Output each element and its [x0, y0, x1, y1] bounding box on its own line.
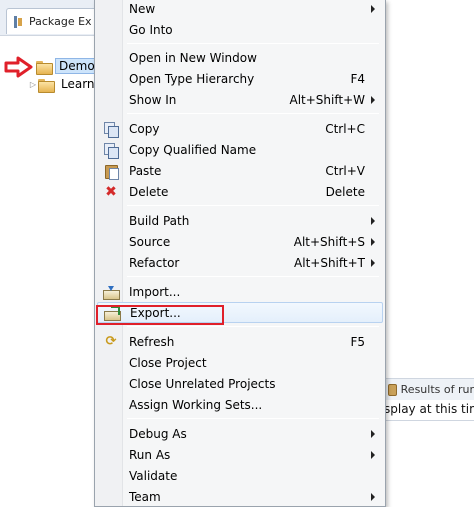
- submenu-arrow-icon: [371, 493, 375, 501]
- submenu-arrow-icon: [371, 238, 375, 246]
- tree-item-learn[interactable]: ▷ Learn-: [28, 75, 103, 93]
- delete-x-icon: ✖: [105, 183, 117, 200]
- menu-label: Delete: [129, 184, 169, 199]
- menu-item-new[interactable]: New: [97, 0, 383, 19]
- submenu-arrow-icon: [371, 217, 375, 225]
- menu-label: Go Into: [129, 22, 173, 37]
- menu-label: Copy Qualified Name: [129, 142, 257, 157]
- menu-label: Debug As: [129, 426, 187, 441]
- menu-item-source[interactable]: Source Alt+Shift+S: [97, 231, 383, 252]
- submenu-arrow-icon: [371, 259, 375, 267]
- package-explorer-icon: [13, 15, 23, 28]
- menu-item-delete[interactable]: ✖ Delete Delete: [97, 181, 383, 202]
- results-tab-label: Results of rur: [400, 383, 474, 396]
- tree-item-label: Demo: [55, 58, 99, 74]
- results-icon: [388, 383, 397, 396]
- menu-label: Close Unrelated Projects: [129, 376, 276, 391]
- menu-label: Validate: [129, 468, 178, 483]
- menu-shortcut: Alt+Shift+T: [294, 255, 365, 270]
- menu-item-debug-as[interactable]: Debug As: [97, 423, 383, 444]
- menu-item-copy-qualified-name[interactable]: Copy Qualified Name: [97, 139, 383, 160]
- menu-item-open-in-new-window[interactable]: Open in New Window: [97, 47, 383, 68]
- menu-item-assign-working-sets[interactable]: Assign Working Sets...: [97, 394, 383, 415]
- results-message: splay at this time: [384, 402, 474, 416]
- menu-shortcut: Alt+Shift+S: [293, 234, 365, 249]
- submenu-arrow-icon: [371, 451, 375, 459]
- menu-label: Open in New Window: [129, 50, 257, 65]
- import-icon: [103, 285, 120, 300]
- menu-label: Build Path: [129, 213, 190, 228]
- menu-shortcut: F4: [350, 71, 365, 86]
- menu-item-close-unrelated-projects[interactable]: Close Unrelated Projects: [97, 373, 383, 394]
- menu-label: Paste: [129, 163, 162, 178]
- menu-label: New: [129, 1, 156, 16]
- package-explorer-tab-label: Package Ex: [29, 15, 92, 28]
- results-panel: [382, 400, 474, 507]
- menu-shortcut: Ctrl+C: [325, 121, 365, 136]
- menu-label: Team: [129, 489, 161, 504]
- menu-separator: [127, 205, 379, 206]
- menu-separator: [127, 418, 379, 419]
- menu-item-paste[interactable]: Paste Ctrl+V: [97, 160, 383, 181]
- menu-label: Source: [129, 234, 171, 249]
- paste-icon: [104, 163, 119, 180]
- menu-item-refresh[interactable]: ⟳ Refresh F5: [97, 331, 383, 352]
- menu-shortcut: Alt+Shift+W: [289, 92, 366, 107]
- menu-item-team[interactable]: Team: [97, 486, 383, 507]
- menu-separator: [127, 276, 379, 277]
- menu-item-validate[interactable]: Validate: [97, 465, 383, 486]
- menu-item-refactor[interactable]: Refactor Alt+Shift+T: [97, 252, 383, 273]
- context-menu: New Go Into Open in New Window Open Type…: [94, 0, 386, 507]
- menu-item-build-path[interactable]: Build Path: [97, 210, 383, 231]
- menu-item-open-type-hierarchy[interactable]: Open Type Hierarchy F4: [97, 68, 383, 89]
- menu-item-run-as[interactable]: Run As: [97, 444, 383, 465]
- refresh-icon: ⟳: [105, 334, 117, 349]
- menu-label: Refresh: [129, 334, 175, 349]
- menu-label: Refactor: [129, 255, 180, 270]
- expand-triangle-icon[interactable]: ▷: [28, 80, 38, 89]
- submenu-arrow-icon: [371, 96, 375, 104]
- menu-label: Import...: [129, 284, 181, 299]
- menu-label: Copy: [129, 121, 160, 136]
- project-folder-icon: [38, 78, 55, 93]
- menu-item-go-into[interactable]: Go Into: [97, 19, 383, 40]
- results-divider: [382, 420, 474, 421]
- copy-qualified-name-icon: [104, 142, 119, 159]
- menu-item-copy[interactable]: Copy Ctrl+C: [97, 118, 383, 139]
- menu-item-import[interactable]: Import...: [97, 281, 383, 302]
- menu-label: Open Type Hierarchy: [129, 71, 255, 86]
- copy-icon: [104, 121, 119, 138]
- menu-separator: [127, 113, 379, 114]
- project-folder-icon: [36, 60, 53, 75]
- tree-item-demo[interactable]: Demo: [36, 57, 99, 75]
- menu-shortcut: Delete: [325, 184, 365, 199]
- menu-label: Close Project: [129, 355, 207, 370]
- results-tab[interactable]: Results of rur: [382, 378, 474, 400]
- menu-label: Run As: [129, 447, 171, 462]
- menu-separator: [127, 43, 379, 44]
- export-highlight-annotation: [96, 305, 224, 325]
- menu-label: Assign Working Sets...: [129, 397, 263, 412]
- menu-label: Show In: [129, 92, 177, 107]
- menu-separator: [127, 326, 379, 327]
- menu-item-close-project[interactable]: Close Project: [97, 352, 383, 373]
- menu-shortcut: Ctrl+V: [325, 163, 365, 178]
- submenu-arrow-icon: [371, 430, 375, 438]
- submenu-arrow-icon: [371, 5, 375, 13]
- menu-shortcut: F5: [350, 334, 365, 349]
- menu-item-show-in[interactable]: Show In Alt+Shift+W: [97, 89, 383, 110]
- package-explorer-tab[interactable]: Package Ex: [6, 8, 106, 34]
